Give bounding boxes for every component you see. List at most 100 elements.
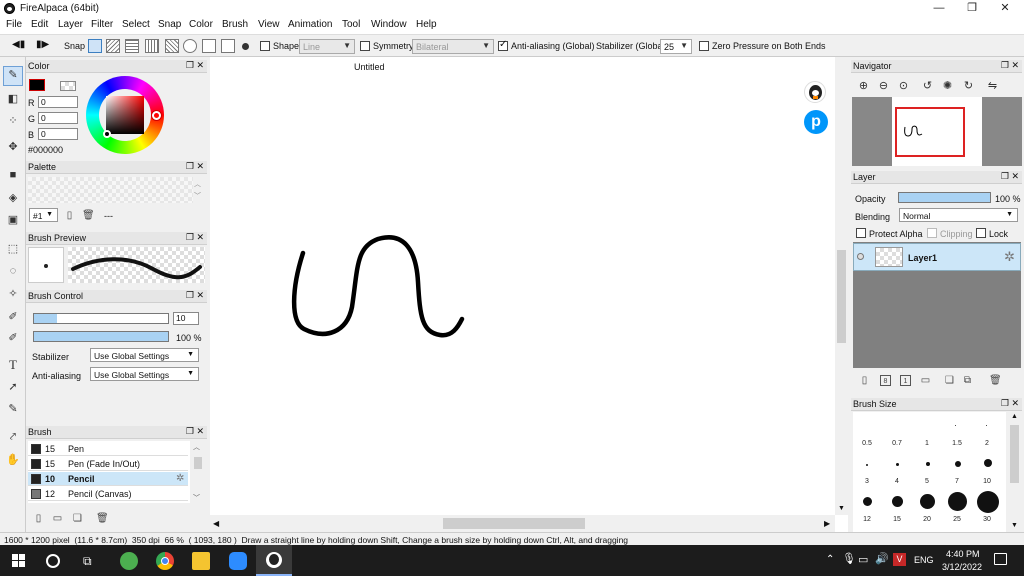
- close-icon[interactable]: ✕: [196, 290, 204, 301]
- brush-antialias-select[interactable]: Use Global Settings ▼: [90, 367, 199, 381]
- brush-opacity-slider[interactable]: [33, 331, 169, 342]
- brush-item[interactable]: 15 Pen: [28, 442, 188, 456]
- language-indicator[interactable]: ENG: [914, 555, 934, 565]
- gear-icon[interactable]: ✲: [176, 473, 184, 484]
- saturation-square[interactable]: [106, 96, 144, 134]
- brush-size-option[interactable]: 1.5: [948, 440, 966, 447]
- restore-icon[interactable]: ❐: [1001, 398, 1009, 409]
- new-brush-icon[interactable]: ▯: [33, 513, 44, 524]
- pen-tool-icon[interactable]: ✎: [3, 66, 23, 86]
- scroll-down-icon[interactable]: ﹀: [194, 191, 201, 201]
- scroll-left-icon[interactable]: ◀: [213, 519, 219, 528]
- chrome-icon[interactable]: [156, 552, 174, 570]
- brush-size-scrollbar[interactable]: ▲ ▼: [1008, 412, 1021, 532]
- notification-icon[interactable]: [994, 553, 1007, 565]
- menu-color[interactable]: Color: [189, 19, 213, 30]
- restore-icon[interactable]: ❐: [186, 426, 194, 437]
- secondary-color-swatch[interactable]: [60, 81, 76, 91]
- close-icon[interactable]: ✕: [1011, 171, 1019, 182]
- snap-cross-icon[interactable]: [125, 39, 139, 53]
- menu-brush[interactable]: Brush: [222, 19, 248, 30]
- volume-icon[interactable]: 🔊: [875, 552, 889, 565]
- brush-size-option[interactable]: 5: [918, 478, 936, 485]
- menu-tool[interactable]: Tool: [342, 19, 360, 30]
- brush-size-option[interactable]: 0.5: [858, 440, 876, 447]
- scroll-down-icon[interactable]: ▼: [838, 505, 845, 512]
- folder-icon[interactable]: ▭: [52, 513, 63, 524]
- brush-size-option[interactable]: 2: [978, 440, 996, 447]
- zoom-icon[interactable]: [229, 552, 247, 570]
- brush-size-option[interactable]: 7: [948, 478, 966, 485]
- restore-icon[interactable]: ❐: [186, 60, 194, 71]
- close-icon[interactable]: ✕: [1011, 60, 1019, 71]
- firealpaca-taskbar-button[interactable]: [256, 545, 292, 576]
- close-icon[interactable]: ✕: [196, 60, 204, 71]
- snap-radial-icon[interactable]: [165, 39, 179, 53]
- maximize-button[interactable]: ❐: [955, 0, 989, 17]
- brush-stabilizer-select[interactable]: Use Global Settings ▼: [90, 348, 199, 362]
- shape-checkbox[interactable]: [260, 41, 270, 51]
- brush-size-slider[interactable]: [33, 313, 169, 324]
- menu-snap[interactable]: Snap: [158, 19, 181, 30]
- fill-tool-icon[interactable]: ■: [5, 167, 21, 183]
- clock-date[interactable]: 3/12/2022: [942, 562, 982, 572]
- scroll-thumb[interactable]: [1010, 425, 1019, 483]
- close-icon[interactable]: ✕: [1011, 398, 1019, 409]
- zero-pressure-checkbox[interactable]: [699, 41, 709, 51]
- select-pen-icon[interactable]: ✐: [5, 309, 21, 325]
- lock-checkbox[interactable]: [976, 228, 986, 238]
- menu-file[interactable]: File: [6, 19, 22, 30]
- antialias-checkbox[interactable]: [498, 39, 508, 51]
- symmetry-checkbox[interactable]: [360, 41, 370, 51]
- b-input[interactable]: 0: [38, 128, 78, 140]
- snap-settings-icon[interactable]: [242, 43, 249, 50]
- restore-icon[interactable]: ❐: [186, 161, 194, 172]
- close-icon[interactable]: ✕: [196, 161, 204, 172]
- restore-icon[interactable]: ❐: [186, 290, 194, 301]
- brush-list-scrollbar[interactable]: ︿ ﹀: [191, 441, 205, 503]
- hue-handle[interactable]: [152, 111, 161, 120]
- dot-tool-icon[interactable]: ⁘: [5, 113, 21, 129]
- rotate-right-icon[interactable]: ↻: [962, 80, 975, 93]
- zoom-in-icon[interactable]: ⊕: [857, 80, 870, 93]
- minimize-button[interactable]: —: [922, 0, 956, 17]
- close-button[interactable]: ✕: [988, 0, 1022, 17]
- close-icon[interactable]: ✕: [196, 426, 204, 437]
- g-input[interactable]: 0: [38, 112, 78, 124]
- brush-size-option[interactable]: 1: [918, 440, 936, 447]
- folder-icon[interactable]: ▭: [920, 375, 931, 386]
- mascot-icon[interactable]: [804, 81, 826, 103]
- zoom-out-icon[interactable]: ⊖: [877, 80, 890, 93]
- gradient-tool-icon[interactable]: ▣: [5, 212, 21, 228]
- brush-item[interactable]: 12 Pencil (Canvas): [28, 487, 188, 501]
- scroll-down-icon[interactable]: ﹀: [193, 493, 200, 503]
- select-tool-icon[interactable]: ⬚: [5, 241, 21, 257]
- symmetry-select[interactable]: Bilateral ▼: [412, 39, 494, 54]
- rotate-left-icon[interactable]: ↺: [921, 80, 934, 93]
- new-palette-icon[interactable]: ▯: [64, 210, 75, 221]
- snap-off-icon[interactable]: [88, 39, 102, 53]
- brush-size-option[interactable]: 20: [918, 516, 936, 523]
- brush-size-option[interactable]: 10: [978, 478, 996, 485]
- menu-edit[interactable]: Edit: [31, 19, 48, 30]
- menu-help[interactable]: Help: [416, 19, 437, 30]
- gear-icon[interactable]: ✲: [1004, 249, 1015, 265]
- visibility-icon[interactable]: [857, 253, 864, 260]
- close-icon[interactable]: ✕: [196, 232, 204, 243]
- brush-size-option[interactable]: 12: [858, 516, 876, 523]
- brush-item-selected[interactable]: 10 Pencil ✲: [28, 472, 188, 486]
- file-explorer-icon[interactable]: [192, 552, 210, 570]
- bucket-tool-icon[interactable]: ◈: [5, 190, 21, 206]
- brush-size-option[interactable]: 25: [948, 516, 966, 523]
- menu-layer[interactable]: Layer: [58, 19, 83, 30]
- menu-view[interactable]: View: [258, 19, 280, 30]
- snap-circle-icon[interactable]: [183, 39, 197, 53]
- brush-size-option[interactable]: 30: [978, 516, 996, 523]
- palette-swatches[interactable]: [28, 177, 193, 203]
- brush-size-option[interactable]: 15: [888, 516, 906, 523]
- prev-icon[interactable]: ◀▮: [12, 39, 25, 50]
- snap-3d-icon[interactable]: [221, 39, 235, 53]
- windows-start-icon[interactable]: [12, 554, 26, 568]
- shape-select[interactable]: Line ▼: [299, 39, 355, 54]
- canvas-h-scrollbar[interactable]: ◀ ▶: [210, 515, 835, 532]
